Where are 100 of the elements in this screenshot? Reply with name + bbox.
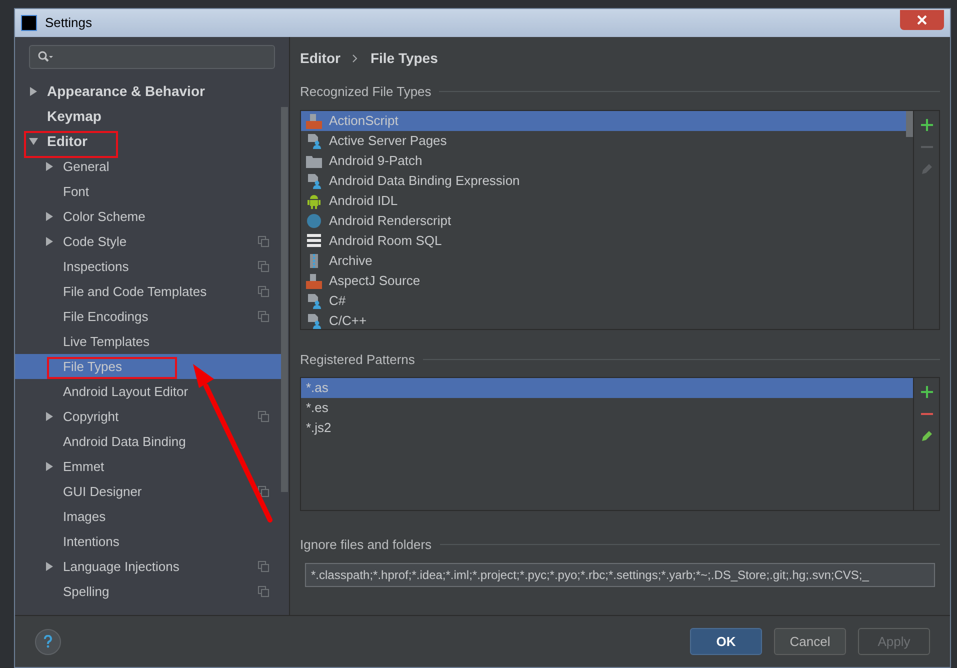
pattern-label: *.js2: [306, 419, 332, 438]
tree-item[interactable]: Intentions: [15, 529, 281, 554]
scrollbar-thumb[interactable]: [906, 110, 913, 136]
add-icon[interactable]: [920, 386, 932, 398]
file-type-row[interactable]: Android Room SQL: [301, 230, 906, 250]
search-field[interactable]: [29, 45, 275, 69]
tree-item-label: Android Data Binding: [63, 432, 186, 451]
ignore-field[interactable]: *.classpath;*.hprof;*.idea;*.iml;*.project;*.pyc;*.pyo;*.rbc;*.settings;*.yarb;*~;.DS_Store;.git;.hg;.svn;CVS;_: [305, 562, 935, 586]
tree-item[interactable]: Appearance & Behavior: [15, 79, 281, 104]
tree-item[interactable]: File Encodings: [15, 304, 281, 329]
file-type-row[interactable]: C#: [301, 290, 906, 310]
tree-item[interactable]: Spelling: [15, 579, 281, 604]
tree-item-label: Intentions: [63, 532, 120, 551]
tree-item[interactable]: File and Code Templates: [15, 279, 281, 304]
tree-item[interactable]: Images: [15, 504, 281, 529]
lines-icon: [306, 232, 322, 248]
copy-icon: [258, 261, 269, 272]
tree-item[interactable]: GUI Designer: [15, 479, 281, 504]
breadcrumb-item[interactable]: Editor: [300, 48, 340, 68]
file-type-label: C#: [329, 292, 346, 310]
file-type-label: Android Renderscript: [329, 212, 452, 230]
file-type-row[interactable]: Android IDL: [301, 190, 906, 210]
help-button[interactable]: [35, 628, 61, 654]
file-type-row[interactable]: Android 9-Patch: [301, 150, 906, 170]
copy-icon: [258, 311, 269, 322]
pattern-row[interactable]: *.js2: [301, 418, 913, 438]
tree-item-label: General: [63, 158, 110, 176]
expanded-arrow-icon[interactable]: [29, 137, 38, 146]
collapsed-arrow-icon[interactable]: [45, 462, 54, 471]
edit-icon[interactable]: [920, 430, 932, 442]
android-icon: [306, 192, 322, 208]
tree-item[interactable]: Editor: [15, 129, 281, 154]
tree-item[interactable]: Keymap: [15, 104, 281, 129]
file-type-label: Active Server Pages: [329, 132, 447, 150]
tree-item[interactable]: Android Data Binding: [15, 429, 281, 454]
file-type-label: Android Data Binding Expression: [329, 172, 520, 190]
tree-item[interactable]: Emmet: [15, 454, 281, 479]
tree-item-label: Language Injections: [63, 558, 180, 576]
copy-icon: [258, 411, 269, 422]
tree-item-label: Code Style: [63, 232, 127, 251]
tree-item[interactable]: Inspections: [15, 254, 281, 279]
file-type-label: Archive: [329, 252, 372, 270]
tree-item-label: Keymap: [47, 107, 102, 126]
window-title: Settings: [45, 14, 92, 32]
file-user-icon: [306, 132, 322, 148]
circle-icon: [306, 212, 322, 228]
dialog-button[interactable]: OK: [690, 628, 762, 655]
file-type-row[interactable]: Active Server Pages: [301, 130, 906, 150]
copy-icon: [258, 286, 269, 297]
pattern-label: *.as: [306, 379, 328, 398]
tree-item-label: Editor: [47, 132, 88, 151]
tree-item[interactable]: Font: [15, 179, 281, 204]
close-icon: [917, 15, 927, 25]
dialog-button[interactable]: Cancel: [774, 628, 846, 655]
file-user-icon: [306, 172, 322, 188]
section-title: Recognized File Types: [300, 83, 432, 101]
file-type-label: C/C++: [329, 312, 367, 328]
scrollbar-thumb[interactable]: [281, 107, 288, 492]
search-icon: [38, 51, 54, 63]
tree-item[interactable]: Language Injections: [15, 554, 281, 579]
collapsed-arrow-icon[interactable]: [29, 87, 38, 96]
tree-item[interactable]: Color Scheme: [15, 204, 281, 229]
app-logo-icon: [21, 15, 37, 31]
tree-item-label: Inspections: [63, 258, 129, 276]
file-badge-icon: [306, 112, 322, 128]
collapsed-arrow-icon[interactable]: [45, 412, 54, 421]
tree-item-label: Spelling: [63, 582, 110, 601]
collapsed-arrow-icon[interactable]: [45, 237, 54, 246]
file-type-row[interactable]: C/C++: [301, 310, 906, 328]
copy-icon: [258, 561, 269, 572]
close-button[interactable]: [900, 10, 944, 30]
collapsed-arrow-icon[interactable]: [45, 162, 54, 171]
tree-item[interactable]: Copyright: [15, 404, 281, 429]
chevron-icon: [352, 54, 358, 62]
collapsed-arrow-icon[interactable]: [45, 562, 54, 571]
file-badge-icon: [306, 272, 322, 288]
file-type-row[interactable]: Android Data Binding Expression: [301, 170, 906, 190]
tree-item-label: Live Templates: [63, 332, 150, 351]
file-type-label: Android IDL: [329, 192, 398, 210]
copy-icon: [258, 486, 269, 497]
file-type-row[interactable]: Archive: [301, 250, 906, 270]
tree-item[interactable]: Live Templates: [15, 329, 281, 354]
tree-item-label: GUI Designer: [63, 482, 142, 501]
section-title: Registered Patterns: [300, 350, 415, 369]
file-type-row[interactable]: AspectJ Source: [301, 270, 906, 290]
tree-item[interactable]: Code Style: [15, 229, 281, 254]
tree-item-label: File Encodings: [63, 308, 148, 326]
tree-item[interactable]: General: [15, 154, 281, 179]
collapsed-arrow-icon[interactable]: [45, 212, 54, 221]
add-icon[interactable]: [920, 118, 932, 130]
section-title: Ignore files and folders: [300, 536, 432, 554]
tree-item[interactable]: Android Layout Editor: [15, 379, 281, 404]
help-icon: [44, 635, 52, 648]
copy-icon: [258, 236, 269, 247]
pattern-row[interactable]: *.es: [301, 398, 913, 418]
tree-item-label: Appearance & Behavior: [47, 82, 205, 101]
file-type-label: ActionScript: [329, 112, 398, 130]
tree-item-label: Copyright: [63, 408, 119, 426]
file-type-row[interactable]: Android Renderscript: [301, 210, 906, 230]
file-type-label: Android 9-Patch: [329, 152, 422, 170]
